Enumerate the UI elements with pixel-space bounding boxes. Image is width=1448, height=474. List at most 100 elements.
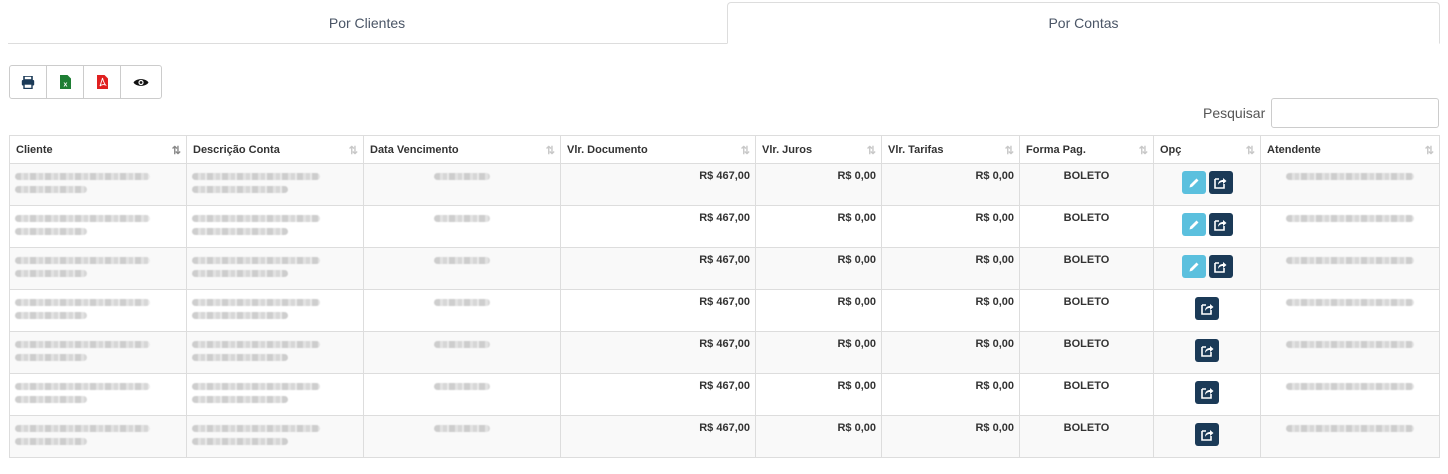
column-header-data-vencimento[interactable]: Data Vencimento ⇅ — [363, 135, 561, 164]
cell-vlr-tarifas: R$ 0,00 — [881, 373, 1020, 416]
column-label: Data Vencimento — [370, 143, 459, 156]
cell-opcoes — [1153, 415, 1261, 458]
share-square-icon — [1214, 220, 1227, 231]
redacted-text — [192, 341, 320, 348]
redacted-text — [434, 215, 490, 222]
redacted-text — [1286, 383, 1414, 390]
print-button[interactable] — [10, 66, 47, 98]
cell-opcoes — [1153, 331, 1261, 374]
cell-cliente — [9, 163, 187, 206]
column-header-descricao[interactable]: Descrição Conta ⇅ — [186, 135, 364, 164]
column-label: Descrição Conta — [193, 143, 280, 156]
cell-data-vencimento — [363, 163, 561, 206]
column-header-vlr-juros[interactable]: Vlr. Juros ⇅ — [755, 135, 882, 164]
column-header-vlr-documento[interactable]: Vlr. Documento ⇅ — [560, 135, 756, 164]
open-external-button[interactable] — [1208, 213, 1233, 236]
column-header-cliente[interactable]: Cliente ⇅ — [9, 135, 187, 164]
cell-opcoes — [1153, 289, 1261, 332]
redacted-text — [1286, 215, 1414, 222]
redacted-text — [15, 257, 150, 264]
cell-atendente — [1260, 289, 1440, 332]
redacted-text — [192, 257, 320, 264]
redacted-text — [192, 354, 288, 361]
open-external-button[interactable] — [1195, 339, 1219, 362]
cell-descricao — [186, 247, 364, 290]
cell-atendente — [1260, 163, 1440, 206]
redacted-text — [15, 173, 150, 180]
open-external-button[interactable] — [1208, 255, 1233, 278]
redacted-text — [15, 312, 87, 319]
view-button[interactable] — [121, 66, 161, 98]
table-row[interactable]: R$ 467,00 R$ 0,00 R$ 0,00 BOLETO — [9, 247, 1440, 290]
cell-vlr-documento: R$ 467,00 — [560, 289, 756, 332]
cell-opcoes — [1153, 205, 1261, 248]
row-actions — [1159, 171, 1255, 194]
redacted-text — [434, 299, 490, 306]
pencil-icon — [1189, 220, 1198, 229]
row-actions — [1159, 213, 1255, 236]
table-row[interactable]: R$ 467,00 R$ 0,00 R$ 0,00 BOLETO — [9, 163, 1440, 206]
redacted-text — [192, 215, 320, 222]
cell-vlr-juros: R$ 0,00 — [755, 331, 882, 374]
column-label: Cliente — [16, 143, 53, 156]
redacted-text — [434, 425, 490, 432]
sort-icon: ⇅ — [545, 145, 555, 157]
open-external-button[interactable] — [1208, 171, 1233, 194]
sort-icon: ⇅ — [866, 145, 876, 157]
table-row[interactable]: R$ 467,00 R$ 0,00 R$ 0,00 BOLETO — [9, 373, 1440, 416]
edit-button[interactable] — [1181, 171, 1206, 194]
redacted-text — [15, 438, 87, 445]
cell-cliente — [9, 415, 187, 458]
cell-vlr-tarifas: R$ 0,00 — [881, 331, 1020, 374]
open-external-button[interactable] — [1195, 381, 1219, 404]
export-pdf-button[interactable] — [84, 66, 121, 98]
redacted-text — [434, 173, 490, 180]
open-external-button[interactable] — [1195, 423, 1219, 446]
column-header-opcoes[interactable]: Opç ⇅ — [1153, 135, 1261, 164]
cell-opcoes — [1153, 247, 1261, 290]
open-external-button[interactable] — [1195, 297, 1219, 320]
cell-vlr-tarifas: R$ 0,00 — [881, 247, 1020, 290]
cell-vlr-juros: R$ 0,00 — [755, 163, 882, 206]
redacted-text — [1286, 173, 1414, 180]
print-icon — [21, 75, 35, 89]
edit-button[interactable] — [1181, 213, 1206, 236]
edit-button[interactable] — [1181, 255, 1206, 278]
sort-asc-icon: ⇅ — [171, 145, 181, 157]
column-header-forma-pag[interactable]: Forma Pag. ⇅ — [1019, 135, 1154, 164]
cell-forma-pag: BOLETO — [1019, 331, 1154, 374]
column-header-atendente[interactable]: Atendente ⇅ — [1260, 135, 1440, 164]
cell-descricao — [186, 331, 364, 374]
cell-atendente — [1260, 415, 1440, 458]
excel-icon: x — [59, 75, 71, 89]
cell-descricao — [186, 289, 364, 332]
redacted-text — [192, 438, 288, 445]
cell-opcoes — [1153, 373, 1261, 416]
column-label: Forma Pag. — [1026, 143, 1086, 156]
redacted-text — [192, 299, 320, 306]
export-excel-button[interactable]: x — [47, 66, 84, 98]
cell-vlr-tarifas: R$ 0,00 — [881, 289, 1020, 332]
cell-atendente — [1260, 247, 1440, 290]
table-row[interactable]: R$ 467,00 R$ 0,00 R$ 0,00 BOLETO — [9, 289, 1440, 332]
table-row[interactable]: R$ 467,00 R$ 0,00 R$ 0,00 BOLETO — [9, 331, 1440, 374]
cell-forma-pag: BOLETO — [1019, 415, 1154, 458]
cell-vlr-documento: R$ 467,00 — [560, 415, 756, 458]
search-input[interactable] — [1271, 98, 1439, 128]
sort-icon: ⇅ — [1424, 145, 1434, 157]
redacted-text — [434, 341, 490, 348]
share-square-icon — [1200, 304, 1213, 315]
cell-data-vencimento — [363, 247, 561, 290]
sort-icon: ⇅ — [348, 145, 358, 157]
redacted-text — [192, 383, 320, 390]
cell-vlr-tarifas: R$ 0,00 — [881, 415, 1020, 458]
column-header-vlr-tarifas[interactable]: Vlr. Tarifas ⇅ — [881, 135, 1020, 164]
table-row[interactable]: R$ 467,00 R$ 0,00 R$ 0,00 BOLETO — [9, 205, 1440, 248]
cell-vlr-documento: R$ 467,00 — [560, 163, 756, 206]
cell-forma-pag: BOLETO — [1019, 205, 1154, 248]
tab-por-clientes[interactable]: Por Clientes — [8, 2, 726, 43]
table-row[interactable]: R$ 467,00 R$ 0,00 R$ 0,00 BOLETO — [9, 415, 1440, 458]
cell-atendente — [1260, 205, 1440, 248]
cell-descricao — [186, 415, 364, 458]
tab-por-contas[interactable]: Por Contas — [727, 2, 1440, 44]
